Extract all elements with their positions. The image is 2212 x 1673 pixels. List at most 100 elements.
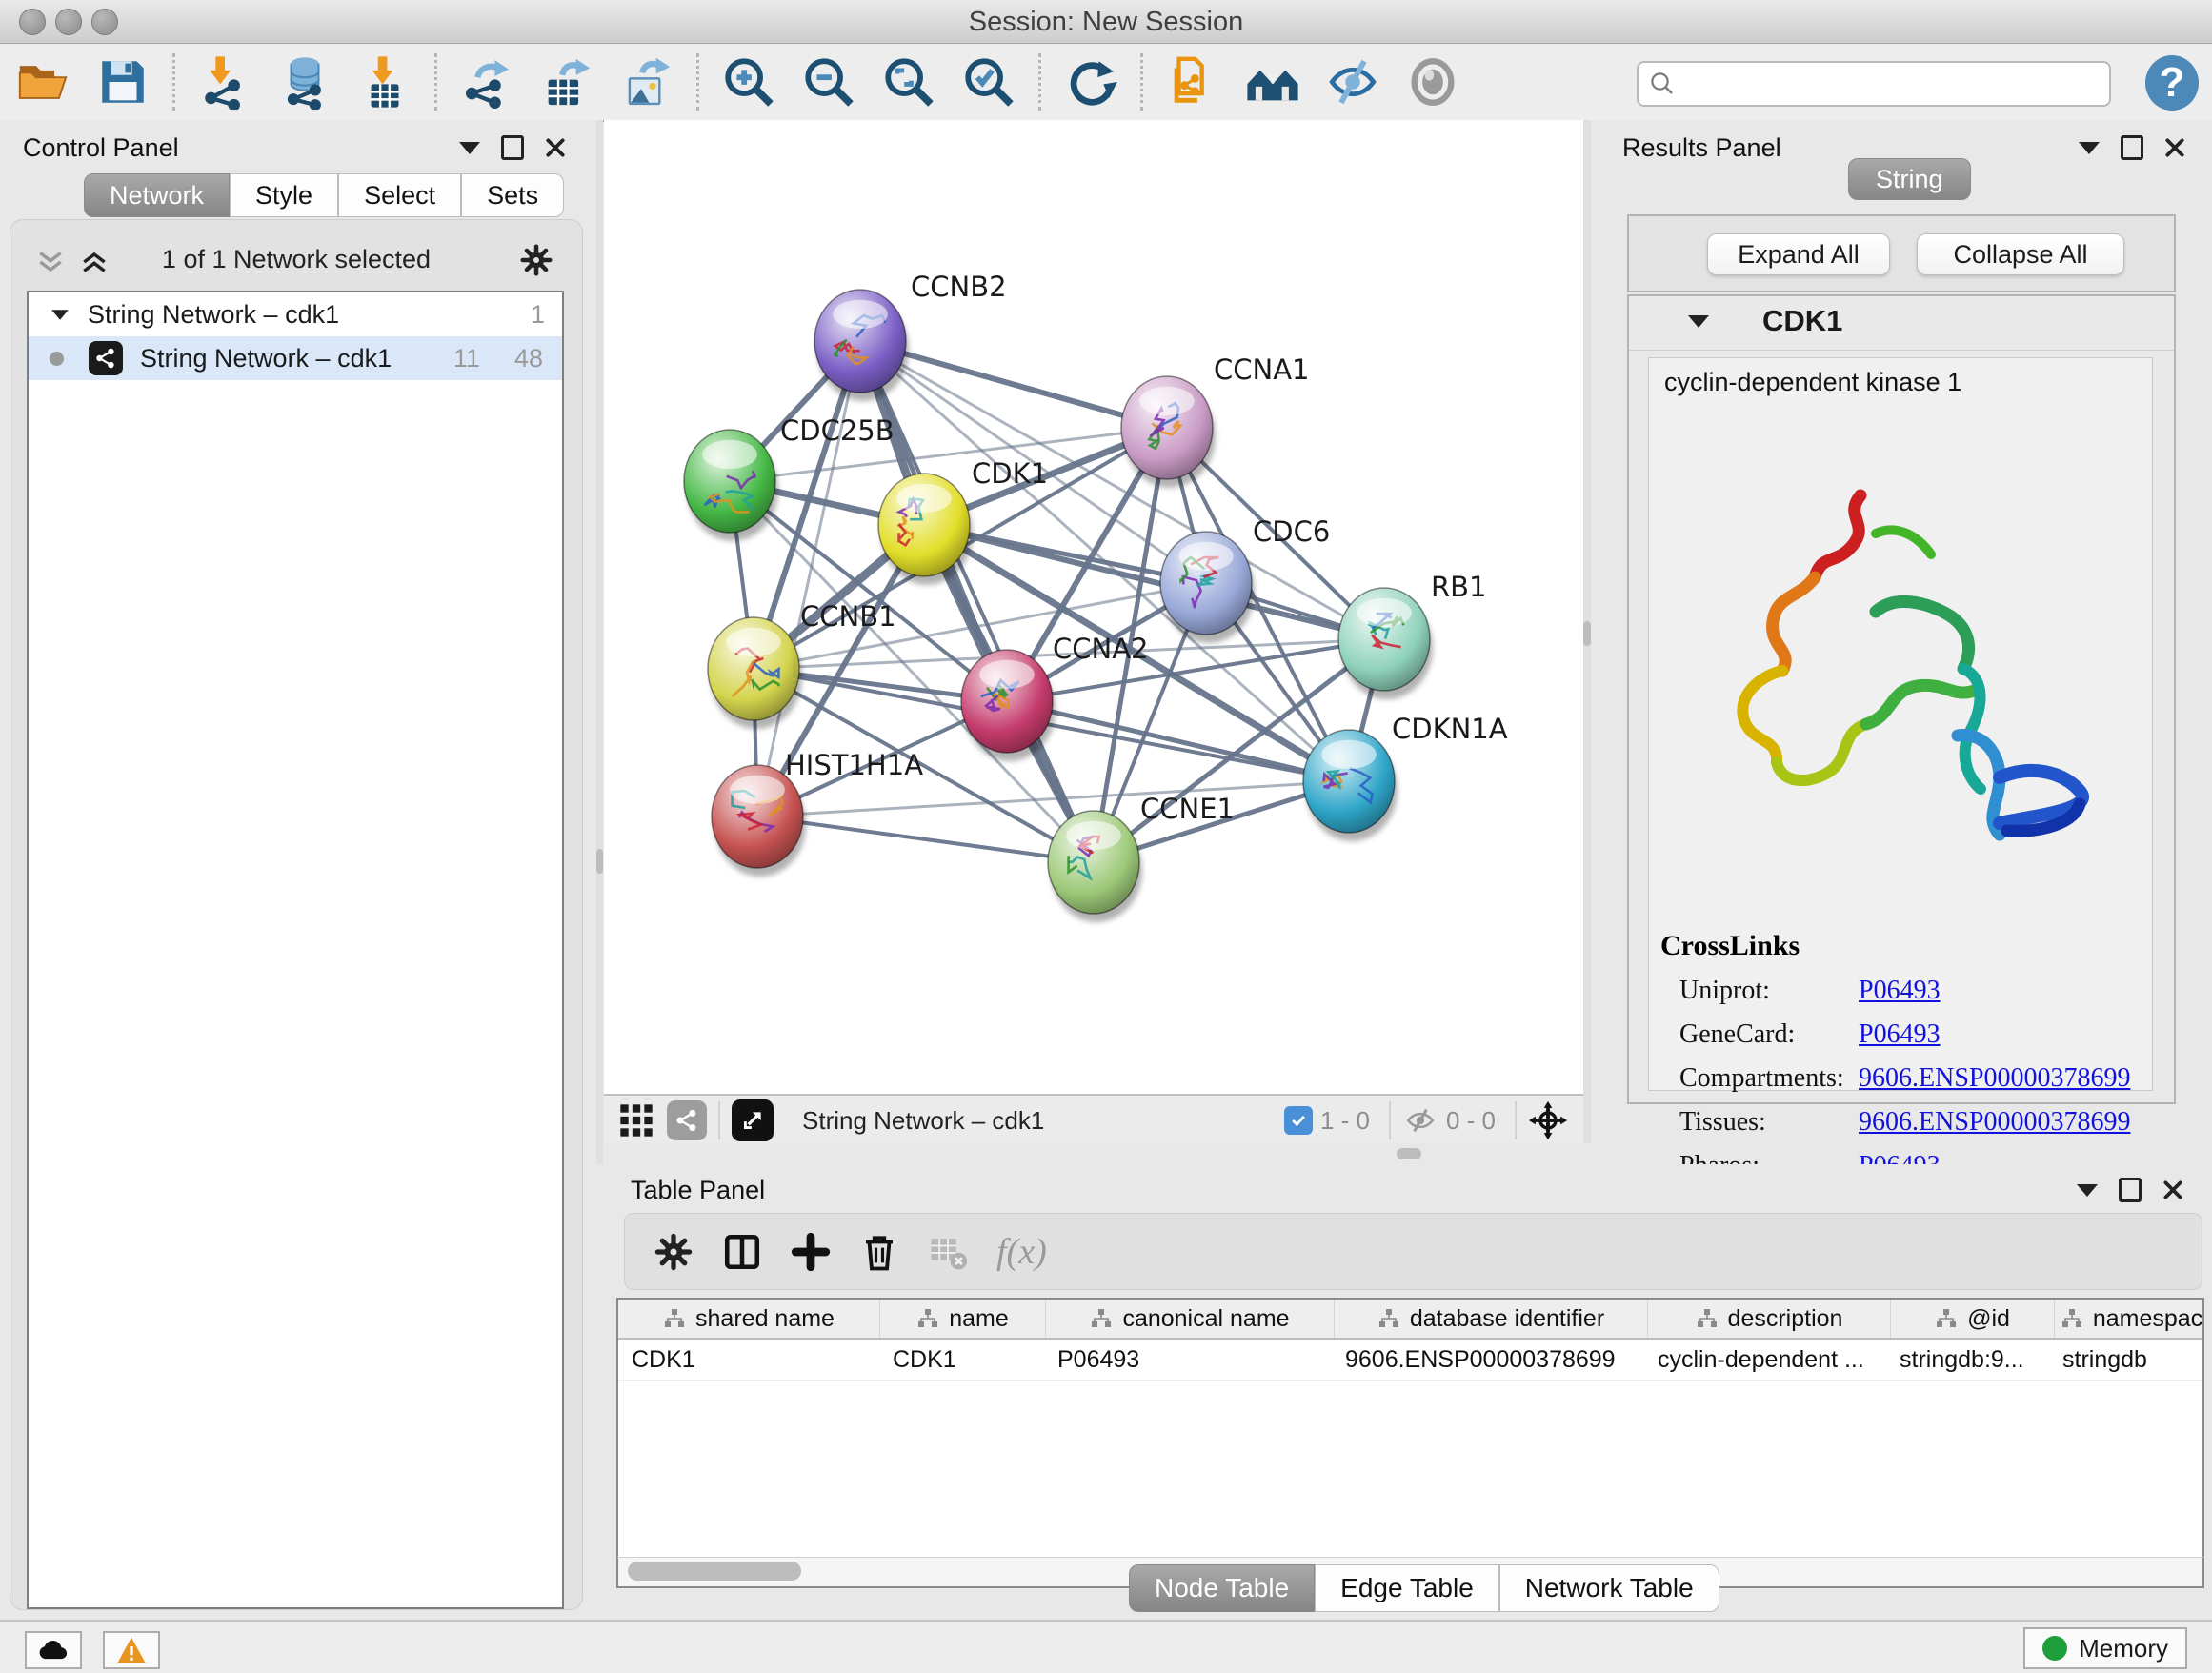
node-label-CCNE1: CCNE1: [1140, 793, 1235, 825]
refresh-layout-icon[interactable]: [1063, 54, 1118, 110]
node-CCNE1[interactable]: CCNE1: [1048, 793, 1235, 922]
node-CDC6[interactable]: CDC6: [1160, 515, 1330, 643]
collection-collapse-icon[interactable]: [51, 310, 69, 319]
tab-edge-table[interactable]: Edge Table: [1315, 1564, 1499, 1612]
control-panel-maximize-icon[interactable]: [501, 135, 524, 160]
add-column-icon[interactable]: [791, 1232, 831, 1272]
table-cell[interactable]: 9606.ENSP00000378699: [1332, 1340, 1644, 1380]
warning-icon: [116, 1636, 147, 1664]
cloud-status-button[interactable]: [25, 1631, 82, 1669]
export-table-icon[interactable]: [539, 54, 594, 110]
crosslink-link[interactable]: 9606.ENSP00000378699: [1859, 1107, 2130, 1138]
control-panel-close-icon[interactable]: [545, 137, 566, 158]
export-network-icon[interactable]: [459, 54, 514, 110]
left-splitter[interactable]: [596, 120, 603, 1164]
crosslink-link[interactable]: 9606.ENSP00000378699: [1859, 1063, 2130, 1094]
node-table-data-row[interactable]: CDK1CDK1P064939606.ENSP00000378699cyclin…: [618, 1340, 2202, 1381]
column-header-name[interactable]: name: [880, 1300, 1046, 1338]
results-panel-maximize-icon[interactable]: [2121, 135, 2143, 160]
tab-sets[interactable]: Sets: [461, 173, 564, 217]
tab-node-table[interactable]: Node Table: [1129, 1564, 1315, 1612]
network-row[interactable]: String Network – cdk1 11 48: [29, 336, 562, 380]
edge-CCNB2-HIST1H1A[interactable]: [757, 341, 860, 816]
search-input[interactable]: [1677, 65, 2109, 103]
hide-selected-eye-icon[interactable]: [1325, 54, 1380, 110]
zoom-out-icon[interactable]: [801, 54, 856, 110]
hidden-eye-icon[interactable]: [1402, 1104, 1438, 1137]
birdseye-grid-icon[interactable]: [617, 1101, 655, 1139]
import-table-file-icon[interactable]: [357, 54, 412, 110]
warning-status-button[interactable]: [103, 1631, 160, 1669]
show-column-icon[interactable]: [722, 1232, 762, 1272]
right-splitter-handle[interactable]: [1583, 621, 1591, 646]
column-header-namespac[interactable]: namespac: [2055, 1300, 2204, 1338]
help-button[interactable]: ?: [2145, 55, 2199, 111]
results-panel-close-icon[interactable]: [2164, 137, 2185, 158]
table-scrollbar-thumb[interactable]: [628, 1562, 801, 1581]
string-home-icon[interactable]: [1245, 54, 1300, 110]
table-settings-gear-icon[interactable]: [654, 1232, 694, 1272]
network-view-toolbar: String Network – cdk1 1 - 0 0 - 0: [604, 1094, 1583, 1145]
results-panel-float-icon[interactable]: [2079, 142, 2100, 154]
crosslink-link[interactable]: P06493: [1859, 976, 1941, 1006]
import-network-file-icon[interactable]: [197, 54, 252, 110]
table-panel-float-icon[interactable]: [2077, 1184, 2098, 1197]
column-header-description[interactable]: description: [1648, 1300, 1891, 1338]
import-network-database-icon[interactable]: [277, 54, 332, 110]
zoom-in-icon[interactable]: [721, 54, 776, 110]
network-view-title: String Network – cdk1: [802, 1106, 1044, 1136]
column-header-database-identifier[interactable]: database identifier: [1335, 1300, 1648, 1338]
collapse-all-button[interactable]: Collapse All: [1917, 233, 2124, 275]
memory-label: Memory: [2079, 1634, 2168, 1663]
column-header--id[interactable]: @id: [1891, 1300, 2055, 1338]
column-header-canonical-name[interactable]: canonical name: [1046, 1300, 1335, 1338]
pan-crosshair-icon[interactable]: [1528, 1100, 1568, 1140]
column-header-shared-name[interactable]: shared name: [618, 1300, 880, 1338]
table-panel-close-icon[interactable]: [2162, 1179, 2183, 1200]
node-RB1[interactable]: RB1: [1338, 571, 1487, 699]
node-CCNA1[interactable]: CCNA1: [1121, 353, 1309, 488]
control-panel-float-icon[interactable]: [459, 142, 480, 154]
node-CDC25B[interactable]: CDC25B: [684, 414, 895, 541]
gene-collapse-icon[interactable]: [1688, 315, 1709, 328]
gene-entry-header[interactable]: CDK1: [1629, 296, 2174, 351]
left-splitter-handle[interactable]: [596, 849, 603, 874]
zoom-fit-icon[interactable]: [881, 54, 936, 110]
open-in-new-window-icon[interactable]: [732, 1099, 774, 1141]
node-CDKN1A[interactable]: CDKN1A: [1303, 713, 1508, 841]
save-session-icon[interactable]: [95, 54, 151, 110]
horizontal-sash-handle[interactable]: [1397, 1148, 1421, 1159]
table-cell[interactable]: P06493: [1044, 1340, 1332, 1380]
network-collection-row[interactable]: String Network – cdk1 1: [29, 292, 562, 336]
node-label-CDKN1A: CDKN1A: [1392, 713, 1508, 745]
node-table[interactable]: shared namenamecanonical namedatabase id…: [616, 1298, 2204, 1559]
table-cell[interactable]: cyclin-dependent ...: [1644, 1340, 1886, 1380]
clone-network-icon[interactable]: [1165, 54, 1220, 110]
tab-string[interactable]: String: [1848, 158, 1971, 200]
open-session-icon[interactable]: [15, 54, 70, 110]
memory-button[interactable]: Memory: [2023, 1627, 2187, 1669]
zoom-selected-icon[interactable]: [961, 54, 1016, 110]
table-panel-maximize-icon[interactable]: [2119, 1178, 2142, 1202]
crosslink-label: GeneCard:: [1679, 1019, 1859, 1050]
delete-column-icon[interactable]: [859, 1232, 899, 1272]
selected-checkbox-icon[interactable]: [1284, 1106, 1313, 1135]
table-cell[interactable]: stringdb: [2049, 1340, 2202, 1380]
expand-all-button[interactable]: Expand All: [1707, 233, 1890, 275]
table-cell[interactable]: CDK1: [879, 1340, 1044, 1380]
network-share-icon[interactable]: [667, 1100, 707, 1140]
table-cell[interactable]: stringdb:9...: [1886, 1340, 2049, 1380]
export-image-icon[interactable]: [619, 54, 674, 110]
node-CCNB2[interactable]: CCNB2: [814, 271, 1007, 401]
edge-HIST1H1A-CCNE1[interactable]: [757, 816, 1094, 862]
string-results-box: CDK1 cyclin-dependent kinase 1: [1627, 294, 2176, 1104]
tab-network-table[interactable]: Network Table: [1499, 1564, 1719, 1612]
crosslink-link[interactable]: P06493: [1859, 1019, 1941, 1050]
tab-network[interactable]: Network: [84, 173, 230, 217]
network-canvas[interactable]: CCNB2CCNA1CDC25BCDK1CDC6RB1CCNB1CCNA2CDK…: [604, 120, 1583, 1094]
tab-style[interactable]: Style: [230, 173, 338, 217]
table-cell[interactable]: CDK1: [618, 1340, 879, 1380]
network-options-gear-icon[interactable]: [519, 243, 553, 277]
tab-select[interactable]: Select: [338, 173, 461, 217]
show-all-eye-icon[interactable]: [1405, 54, 1460, 110]
